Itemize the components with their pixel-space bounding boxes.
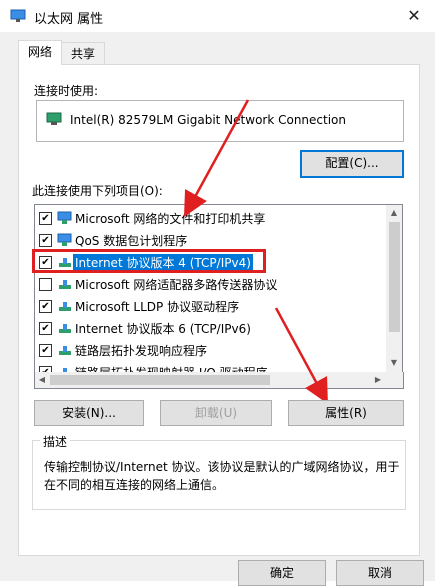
install-button[interactable]: 安装(N)... — [34, 400, 144, 426]
tab-network[interactable]: 网络 — [18, 40, 62, 65]
cancel-button[interactable]: 取消 — [336, 560, 424, 586]
ok-button[interactable]: 确定 — [238, 560, 326, 586]
uninstall-button[interactable]: 卸载(U) — [160, 400, 272, 426]
annotation-arrow-icon — [274, 307, 328, 404]
annotation-arrow-icon — [183, 99, 250, 217]
properties-button[interactable]: 属性(R) — [288, 400, 404, 426]
description-label: 描述 — [40, 433, 71, 450]
description-text: 传输控制协议/Internet 协议。该协议是默认的广域网络协议，用于在不同的相… — [44, 460, 400, 492]
